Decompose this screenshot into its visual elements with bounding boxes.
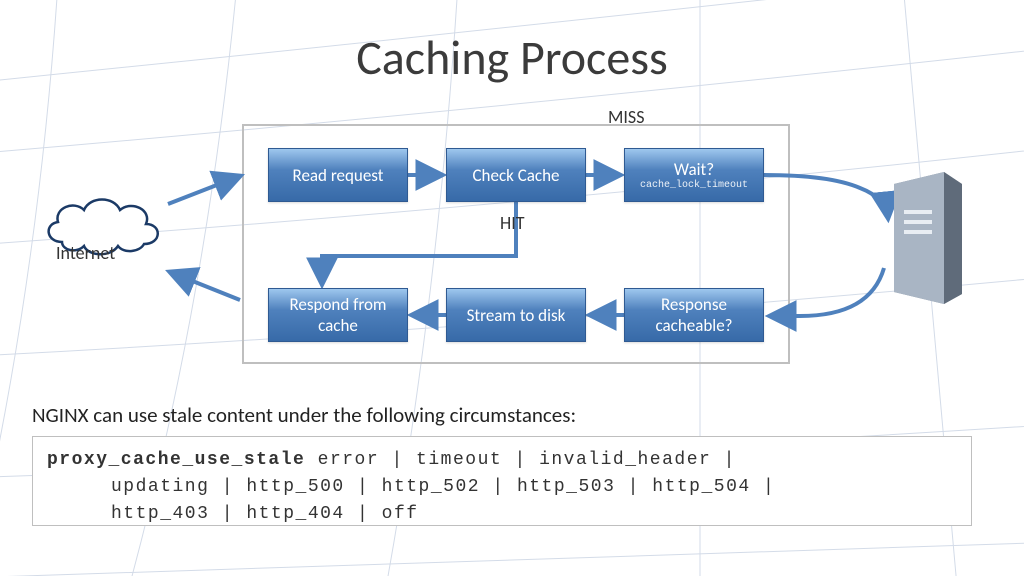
code-line-2: updating | http_500 | http_502 | http_50… bbox=[47, 474, 957, 501]
code-line-3: http_403 | http_404 | off bbox=[47, 501, 957, 528]
node-check-cache: Check Cache bbox=[446, 148, 586, 202]
node-cacheable-line2: cacheable? bbox=[655, 315, 732, 336]
node-read-request-label: Read request bbox=[293, 165, 384, 186]
node-stream-label: Stream to disk bbox=[467, 305, 566, 326]
miss-label: MISS bbox=[608, 106, 644, 128]
node-wait: Wait? cache_lock_timeout bbox=[624, 148, 764, 202]
node-check-cache-label: Check Cache bbox=[472, 165, 559, 186]
code-line-1: proxy_cache_use_stale error | timeout | … bbox=[47, 447, 957, 474]
slide-title: Caching Process bbox=[0, 28, 1024, 87]
node-wait-sublabel: cache_lock_timeout bbox=[640, 180, 748, 191]
code-box: proxy_cache_use_stale error | timeout | … bbox=[32, 436, 972, 526]
node-response-cacheable: Response cacheable? bbox=[624, 288, 764, 342]
node-cacheable-line1: Response bbox=[661, 294, 727, 315]
node-respond-from-cache: Respond from cache bbox=[268, 288, 408, 342]
node-stream-to-disk: Stream to disk bbox=[446, 288, 586, 342]
node-read-request: Read request bbox=[268, 148, 408, 202]
server-icon bbox=[882, 166, 972, 306]
description-text: NGINX can use stale content under the fo… bbox=[32, 402, 576, 428]
code-directive: proxy_cache_use_stale bbox=[47, 450, 305, 470]
code-line1-rest: error | timeout | invalid_header | bbox=[305, 450, 736, 470]
node-respond-line1: Respond from bbox=[289, 294, 386, 315]
node-respond-line2: cache bbox=[318, 315, 358, 336]
internet-label: Internet bbox=[56, 242, 115, 264]
hit-label: HIT bbox=[500, 212, 525, 234]
node-wait-label: Wait? bbox=[674, 159, 714, 180]
